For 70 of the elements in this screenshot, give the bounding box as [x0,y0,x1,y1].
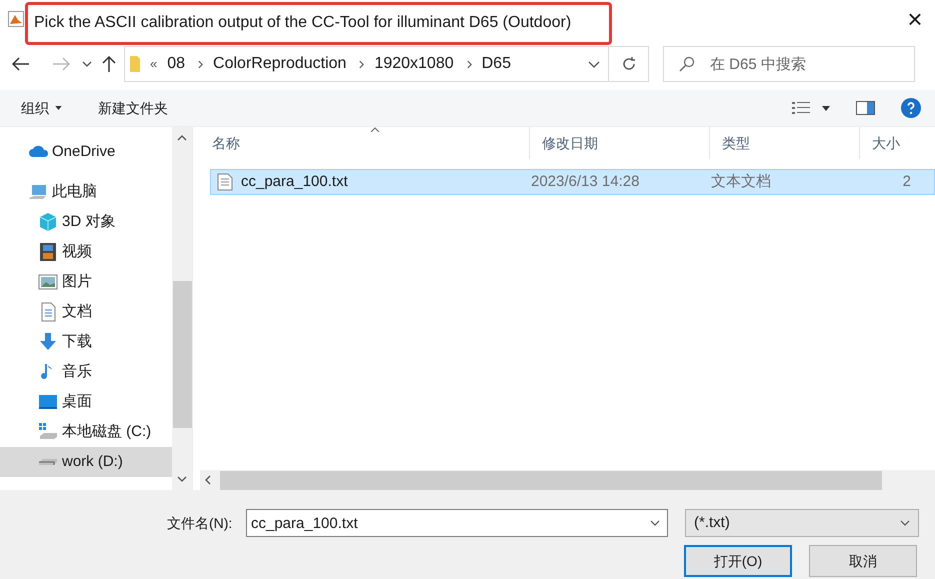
search-field[interactable]: 在 D65 中搜索 [663,46,915,82]
scroll-down-icon[interactable] [177,476,188,482]
vertical-scrollbar[interactable] [172,127,192,490]
chevron-right-icon[interactable] [359,60,364,68]
search-icon [679,56,695,72]
up-arrow-icon[interactable] [102,55,116,73]
column-header[interactable]: 大小 [860,127,935,159]
preview-pane-icon[interactable] [856,101,875,115]
sidebar-item[interactable]: 视频 [0,237,172,267]
window-title: Pick the ASCII calibration output of the CC-Tool for illuminant D65 (Outdoor) [34,13,572,33]
modified-date: 2023/6/13 14:28 [531,172,640,192]
sidebar-item[interactable]: OneDrive [0,137,172,167]
scrollbar-thumb[interactable] [172,281,192,428]
text-file-icon [217,173,233,191]
cancel-button[interactable]: 取消 [809,545,917,577]
file-size: 2 [902,172,911,192]
address-bar[interactable]: « 08 ColorReproduction 1920x1080 D65 [124,46,609,82]
organize-menu[interactable]: 组织 [21,98,62,118]
column-header[interactable]: 类型 [710,127,860,159]
download-arrow-icon [38,332,58,352]
breadcrumb[interactable]: 1920x1080 [374,52,454,76]
column-header[interactable]: 修改日期 [530,127,710,159]
scroll-up-icon[interactable] [177,135,188,141]
refresh-icon [620,56,636,72]
help-icon[interactable] [901,98,921,118]
file-type: 文本文档 [711,172,771,192]
sidebar-item[interactable]: 图片 [0,267,172,297]
open-button[interactable]: 打开(O) [684,545,792,577]
sidebar-item[interactable]: 3D 对象 [0,207,172,237]
view-list-icon[interactable] [792,101,810,115]
sidebar-item[interactable]: 文档 [0,297,172,327]
sidebar-item[interactable]: work (D:) [0,447,172,477]
filename-field[interactable]: cc_para_100.txt [246,509,668,537]
chevron-down-icon[interactable] [82,61,92,67]
sidebar-item[interactable]: 此电脑 [0,177,172,207]
drive-icon [38,422,58,442]
refresh-button[interactable] [609,46,649,82]
folder-icon [130,56,140,72]
file-type-dropdown[interactable]: (*.txt) [685,509,919,537]
new-folder-button[interactable]: 新建文件夹 [98,98,168,118]
back-arrow-icon[interactable] [12,57,30,71]
breadcrumb[interactable]: 08 [167,52,186,76]
cube-icon [38,212,58,232]
chevron-right-icon[interactable] [198,60,204,68]
column-header[interactable]: 名称 [200,127,530,159]
drive-icon [38,458,58,466]
breadcrumb[interactable]: D65 [482,52,511,76]
sidebar-item[interactable]: 音乐 [0,357,172,387]
caret-down-icon[interactable] [822,106,830,110]
sort-ascending-icon [370,127,380,132]
sidebar-item[interactable]: 桌面 [0,387,172,417]
close-button[interactable]: × [895,3,935,35]
app-logo-icon [8,11,24,27]
scroll-left-icon[interactable] [205,475,211,485]
chevron-right-icon[interactable] [466,60,472,68]
chevron-down-icon[interactable] [588,60,600,68]
film-icon [38,242,58,262]
picture-icon [38,272,58,292]
file-name: cc_para_100.txt [241,172,348,192]
sidebar-item[interactable]: 下载 [0,327,172,357]
computer-icon [28,182,48,202]
chevron-down-icon [900,520,910,526]
filename-label: 文件名(N): [167,514,234,533]
file-row[interactable]: cc_para_100.txt 2023/6/13 14:28 文本文档 2 [210,169,935,195]
overflow-chevrons[interactable]: « [150,54,158,74]
desktop-icon [38,392,58,412]
sidebar-item[interactable]: 本地磁盘 (C:) [0,417,172,447]
caret-down-icon [55,106,62,110]
breadcrumb[interactable]: ColorReproduction [213,52,346,76]
chevron-down-icon[interactable] [650,520,660,526]
